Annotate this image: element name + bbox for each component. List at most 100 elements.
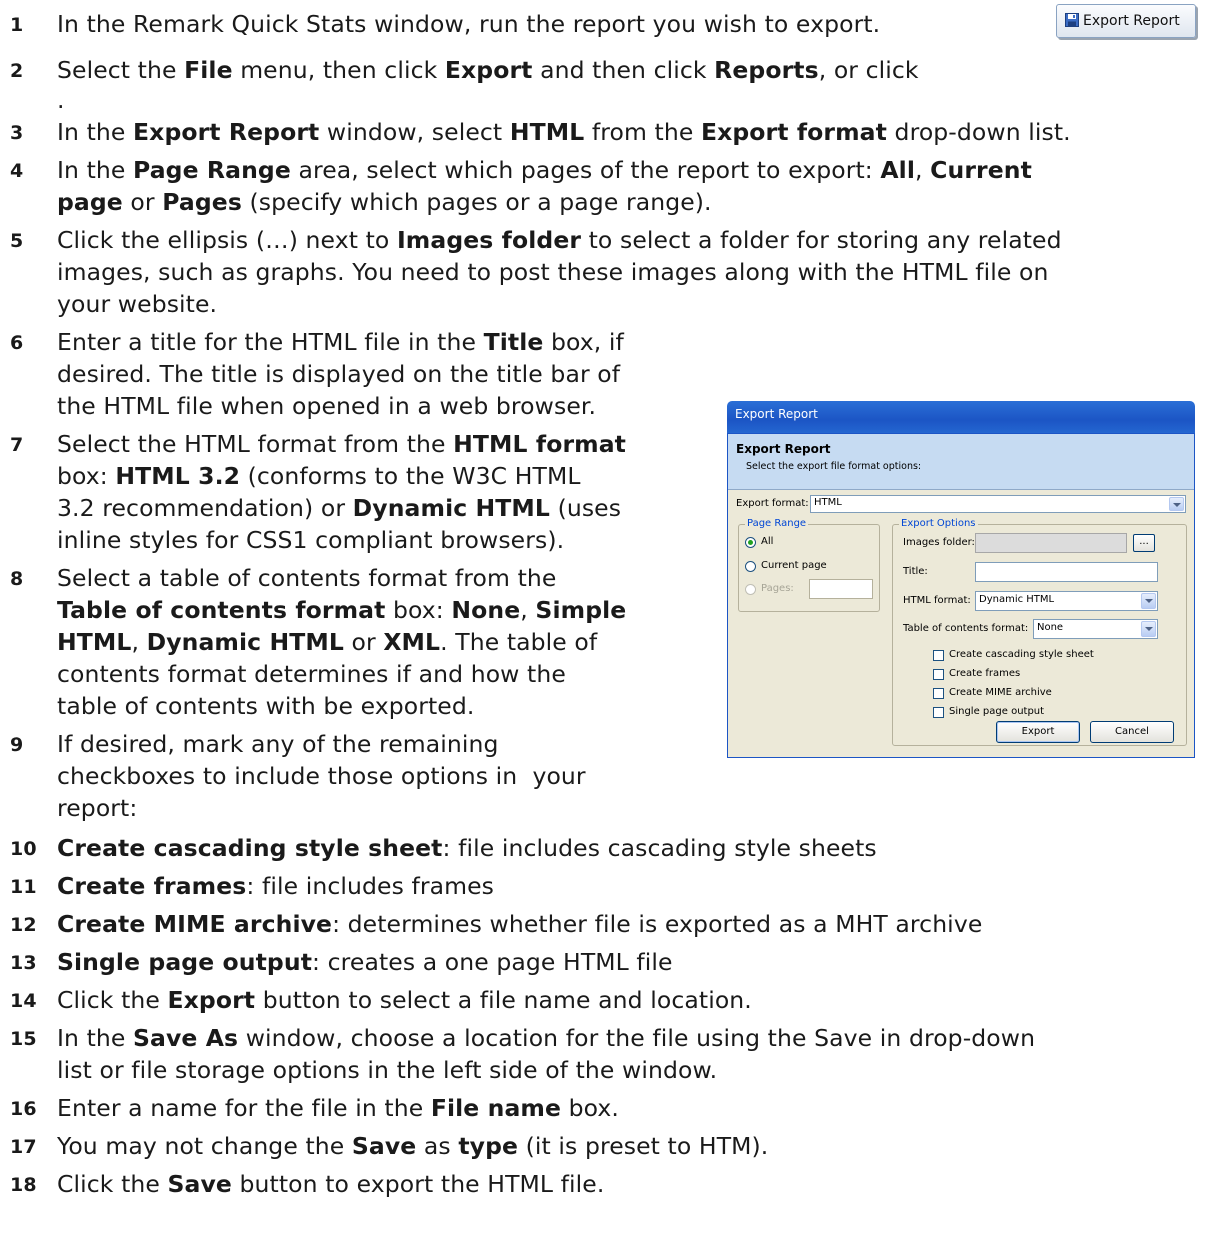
export-format-label: Export format:: [736, 498, 809, 509]
checkbox-mime-archive[interactable]: [933, 688, 944, 699]
radio-all-label: All: [761, 536, 774, 547]
step-number: 14: [10, 990, 37, 1012]
step-number: 10: [10, 838, 37, 860]
step-text: 3.2 recommendation) or Dynamic HTML (use…: [57, 494, 622, 522]
step-text: Single page output: creates a one page H…: [57, 948, 673, 976]
step-text: Create cascading style sheet: file inclu…: [57, 834, 877, 862]
images-folder-input[interactable]: [975, 533, 1127, 553]
instructions-document: 1 In the Remark Quick Stats window, run t…: [0, 0, 1213, 1258]
step-number: 18: [10, 1174, 37, 1196]
radio-all[interactable]: [745, 537, 756, 548]
step-number: 16: [10, 1098, 37, 1120]
html-format-label: HTML format:: [903, 595, 971, 606]
step-number: 8: [10, 568, 24, 590]
export-options-title: Export Options: [899, 518, 978, 529]
step-number: 13: [10, 952, 37, 974]
step-number: 6: [10, 332, 24, 354]
step-number: 4: [10, 160, 24, 182]
checkbox-single-page-output-label: Single page output: [949, 706, 1045, 717]
checkbox-cascading-style-sheet[interactable]: [933, 650, 944, 661]
pages-input[interactable]: [809, 579, 873, 599]
export-options-group: Export Options Images folder: ... Title:…: [892, 518, 1187, 746]
step-number: 9: [10, 734, 24, 756]
checkbox-mime-archive-label: Create MIME archive: [949, 687, 1052, 698]
images-folder-browse-button[interactable]: ...: [1133, 534, 1155, 552]
html-format-select[interactable]: Dynamic HTML: [975, 591, 1158, 611]
step-text: report:: [57, 794, 138, 822]
step-text: In the Export Report window, select HTML…: [57, 118, 1071, 146]
dialog-header: Export Report Select the export file for…: [728, 434, 1194, 490]
step-text: Click the Export button to select a file…: [57, 986, 752, 1014]
export-button[interactable]: Export: [996, 721, 1080, 743]
cancel-button[interactable]: Cancel: [1090, 721, 1174, 743]
step-text: Enter a name for the file in the File na…: [57, 1094, 619, 1122]
step-number: 5: [10, 230, 24, 252]
dialog-header-subtitle: Select the export file format options:: [746, 461, 922, 472]
step-number: 11: [10, 876, 37, 898]
step-number: 15: [10, 1028, 37, 1050]
step-text: inline styles for CSS1 compliant browser…: [57, 526, 565, 554]
images-folder-label: Images folder:: [903, 537, 975, 548]
toc-format-select[interactable]: None: [1033, 619, 1158, 639]
toc-format-label: Table of contents format:: [903, 623, 1029, 634]
step-text: table of contents with be exported.: [57, 692, 475, 720]
step-number: 1: [10, 14, 24, 36]
toolbar-button-label: Export Report: [1083, 13, 1180, 29]
step-text: your website.: [57, 290, 218, 318]
step-text: In the Remark Quick Stats window, run th…: [57, 10, 881, 38]
step-number: 7: [10, 434, 24, 456]
page-range-title: Page Range: [745, 518, 809, 529]
page-range-group: Page Range All Current page Pages:: [738, 518, 880, 612]
step-text: In the Page Range area, select which pag…: [57, 156, 1032, 184]
step-text: contents format determines if and how th…: [57, 660, 566, 688]
step-text: Select the HTML format from the HTML for…: [57, 430, 627, 458]
radio-current-page[interactable]: [745, 561, 756, 572]
step-text: Select a table of contents format from t…: [57, 564, 557, 592]
export-format-value: HTML: [814, 497, 842, 508]
step-text: Click the ellipsis (…) next to Images fo…: [57, 226, 1062, 254]
step-text: Create MIME archive: determines whether …: [57, 910, 983, 938]
radio-current-page-label: Current page: [761, 560, 827, 571]
step-text: Table of contents format box: None, Simp…: [57, 596, 627, 624]
step-text: Click the Save button to export the HTML…: [57, 1170, 605, 1198]
step-text: images, such as graphs. You need to post…: [57, 258, 1049, 286]
checkbox-create-frames-label: Create frames: [949, 668, 1021, 679]
html-format-value: Dynamic HTML: [979, 594, 1055, 605]
step-text: Enter a title for the HTML file in the T…: [57, 328, 624, 356]
step-text: In the Save As window, choose a location…: [57, 1024, 1036, 1052]
step-number: 17: [10, 1136, 37, 1158]
step-text: box: HTML 3.2 (conforms to the W3C HTML: [57, 462, 581, 490]
step-text: page or Pages (specify which pages or a …: [57, 188, 712, 216]
step-text: You may not change the Save as type (it …: [57, 1132, 769, 1160]
dialog-header-title: Export Report: [736, 442, 831, 456]
checkbox-single-page-output[interactable]: [933, 707, 944, 718]
step-text: HTML, Dynamic HTML or XML. The table of: [57, 628, 598, 656]
step-number: 3: [10, 122, 24, 144]
export-format-select[interactable]: HTML: [810, 495, 1186, 513]
dialog-title: Export Report: [735, 407, 818, 421]
step-text: desired. The title is displayed on the t…: [57, 360, 621, 388]
title-label: Title:: [903, 566, 928, 577]
radio-pages-label: Pages:: [761, 583, 794, 594]
floppy-disk-icon: [1065, 13, 1079, 27]
export-report-toolbar-button: Export Report: [1056, 4, 1196, 38]
export-report-dialog: Export Report Export Report Select the e…: [727, 401, 1195, 758]
chevron-down-icon: [1169, 497, 1184, 511]
step-text: .: [57, 86, 65, 114]
toc-format-value: None: [1037, 622, 1064, 633]
step-number: 2: [10, 60, 24, 82]
step-text: If desired, mark any of the remaining: [57, 730, 499, 758]
step-text: the HTML file when opened in a web brows…: [57, 392, 597, 420]
checkbox-cascading-style-sheet-label: Create cascading style sheet: [949, 649, 1094, 660]
dialog-titlebar: Export Report: [727, 401, 1195, 433]
checkbox-create-frames[interactable]: [933, 669, 944, 680]
step-text: checkboxes to include those options in y…: [57, 762, 586, 790]
dialog-body: Export Report Select the export file for…: [727, 433, 1195, 758]
chevron-down-icon: [1141, 593, 1156, 609]
radio-pages[interactable]: [745, 584, 756, 595]
chevron-down-icon: [1141, 621, 1156, 637]
title-input[interactable]: [975, 562, 1158, 582]
step-number: 12: [10, 914, 37, 936]
step-text: list or file storage options in the left…: [57, 1056, 718, 1084]
step-text: Select the File menu, then click Export …: [57, 56, 919, 84]
